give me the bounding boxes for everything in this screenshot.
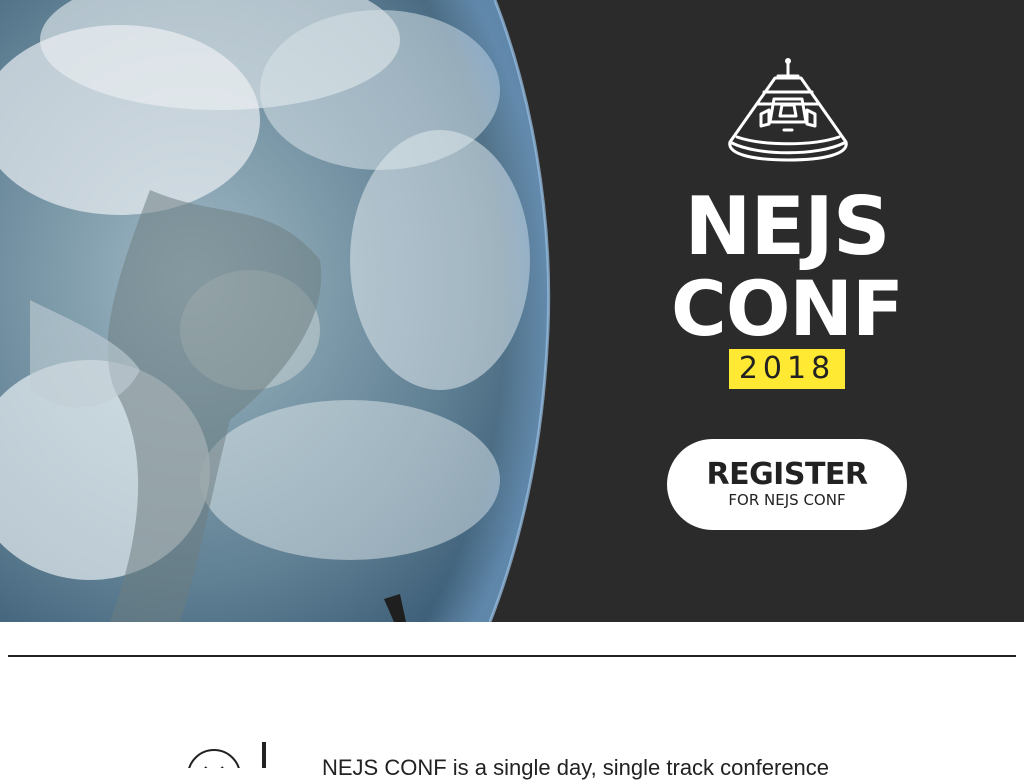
clock-icon [188, 742, 266, 768]
register-label: REGISTER [706, 457, 868, 492]
section-divider [8, 655, 1016, 657]
register-sublabel: FOR NEJS CONF [728, 491, 846, 509]
conference-title: NEJS CONF [667, 180, 907, 353]
year-badge: 2018 [729, 349, 845, 389]
brand-block: NEJS CONF 2018 REGISTER FOR NEJS CONF [667, 50, 907, 550]
about-description: NEJS CONF is a single day, single track … [322, 755, 830, 780]
hero-section: NEJS CONF 2018 REGISTER FOR NEJS CONF [0, 0, 1024, 622]
space-capsule-icon [728, 58, 848, 162]
title-line-1: NEJS [684, 180, 891, 273]
title-line-2: CONF [671, 264, 904, 353]
register-button[interactable]: REGISTER FOR NEJS CONF [667, 439, 907, 530]
